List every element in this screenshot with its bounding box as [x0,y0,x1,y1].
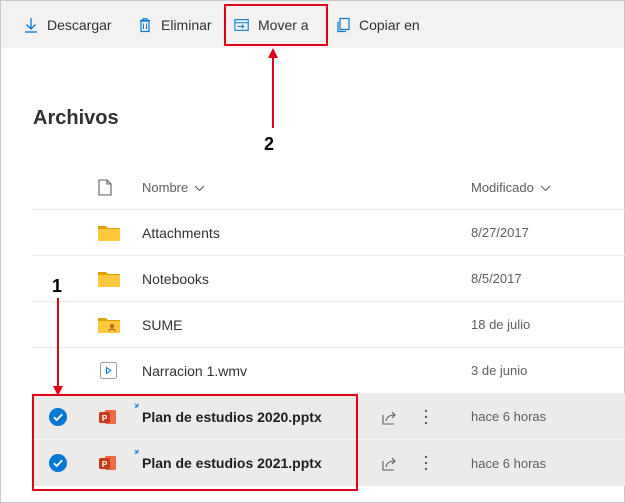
file-name[interactable]: Notebooks [142,256,209,301]
delete-button[interactable]: Eliminar [137,1,212,48]
modified-date: hace 6 horas [471,409,547,424]
modified-date: 8/5/2017 [471,271,522,286]
more-options-icon[interactable] [424,440,428,486]
folder-icon [98,210,120,255]
download-label: Descargar [47,16,112,33]
file-row[interactable]: Narracion 1.wmv 3 de junio [32,348,625,394]
copy-label: Copiar en [359,16,420,33]
modified-date: 3 de junio [471,363,528,378]
name-column-label: Nombre [142,180,189,195]
file-name[interactable]: Narracion 1.wmv [142,348,247,393]
selected-files-highlight [32,394,358,491]
chevron-down-icon [540,180,551,195]
modified-column-header[interactable]: Modificado [471,166,551,209]
modified-date: 18 de julio [471,317,531,332]
more-options-icon[interactable] [424,394,428,439]
chevron-down-icon [194,180,205,195]
file-name[interactable]: Attachments [142,210,220,255]
trash-icon [137,17,153,33]
video-file-icon [100,348,117,393]
share-icon[interactable] [382,394,398,439]
file-name[interactable]: SUME [142,302,182,347]
share-icon[interactable] [382,440,398,486]
file-row[interactable]: SUME 18 de julio [32,302,625,348]
copy-to-button[interactable]: Copiar en [335,1,420,48]
download-button[interactable]: Descargar [23,1,112,48]
modified-date: hace 6 horas [471,455,547,471]
copy-icon [335,17,351,33]
shared-folder-icon [98,302,120,347]
delete-label: Eliminar [161,16,212,33]
callout-2: 2 [264,134,275,154]
file-list-header: Nombre Modificado [32,166,625,210]
page-title: Archivos [33,107,119,129]
modified-column-label: Modificado [471,180,534,195]
file-row[interactable]: Attachments 8/27/2017 [32,210,625,256]
move-to-highlight [224,4,328,46]
callout-1: 1 [52,276,63,296]
download-icon [23,17,39,33]
modified-date: 8/27/2017 [471,225,529,240]
file-row[interactable]: Notebooks 8/5/2017 [32,256,625,302]
folder-icon [98,256,120,301]
name-column-header[interactable]: Nombre [142,166,205,209]
file-type-header-icon[interactable] [98,166,112,209]
